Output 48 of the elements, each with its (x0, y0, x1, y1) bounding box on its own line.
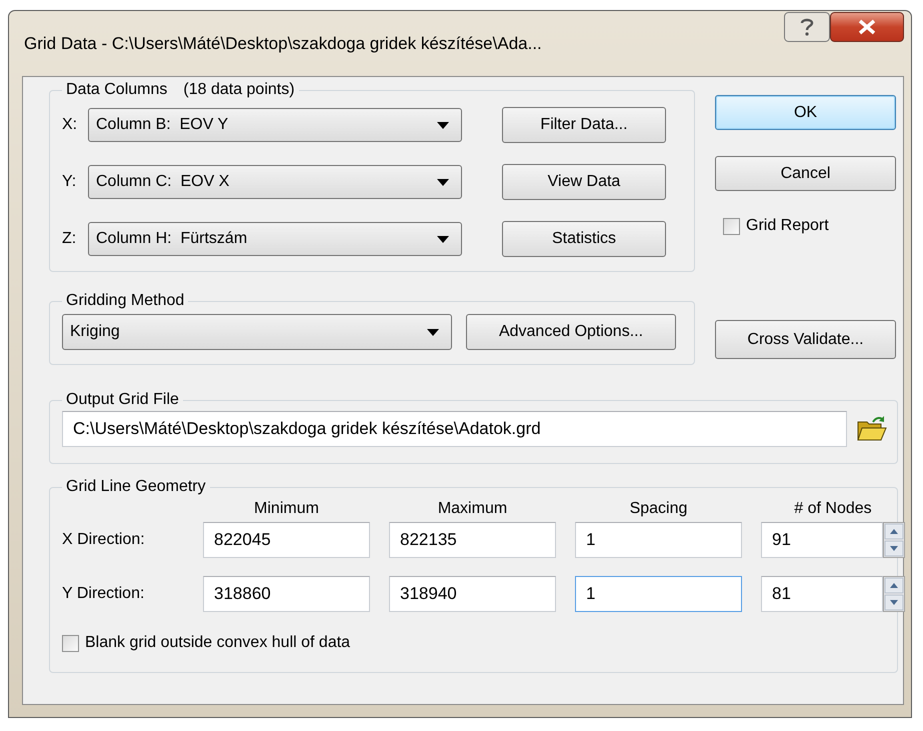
spin-buttons[interactable] (883, 522, 905, 558)
row-label: X Direction: (62, 531, 146, 549)
dropdown[interactable]: Column B: EOV Y (88, 108, 462, 142)
input-field[interactable]: 318860 (203, 576, 370, 612)
input-field[interactable]: 1 (575, 576, 742, 612)
field-label: Y: (62, 173, 78, 191)
group-title: Gridding Method (66, 292, 184, 309)
group-title: Data Columns (66, 81, 168, 98)
checkbox[interactable] (723, 218, 740, 234)
folder-icon[interactable] (857, 416, 887, 442)
checkbox-label: Blank grid outside convex hull of data (85, 634, 350, 652)
button[interactable]: OK (715, 95, 896, 130)
field-label: X: (62, 116, 78, 134)
input-field[interactable]: 822135 (389, 522, 556, 558)
dropdown[interactable]: Column H: Fürtszám (88, 222, 462, 256)
window-title: Grid Data - C:\Users\Máté\Desktop\szakdoga gridek készítése\Ada... (23, 34, 542, 54)
group-title: Output Grid File (66, 391, 179, 408)
caret-icon (427, 328, 439, 336)
spin-buttons[interactable] (883, 576, 905, 612)
row-label: Y Direction: (62, 585, 146, 603)
button[interactable]: Filter Data... (502, 107, 666, 143)
button[interactable]: Statistics (502, 221, 666, 257)
button[interactable]: Cross Validate... (715, 320, 896, 359)
close-icon[interactable] (830, 12, 904, 42)
input-field[interactable]: 318940 (389, 576, 556, 612)
caret-icon (437, 178, 449, 186)
checkbox-label: Grid Report (746, 217, 829, 235)
data-count: (18 data points) (183, 81, 295, 98)
caret-icon (437, 122, 449, 128)
column-header: # of Nodes (793, 500, 873, 518)
button[interactable]: View Data (502, 164, 666, 200)
button[interactable]: Cancel (715, 156, 896, 191)
caret-icon (437, 236, 449, 242)
column-header: Minimum (253, 500, 320, 518)
dropdown[interactable]: Column C: EOV X (88, 165, 462, 199)
checkbox[interactable] (62, 634, 79, 652)
group-title: Grid Line Geometry (66, 478, 206, 495)
field-label: Z: (62, 230, 78, 248)
input-field[interactable]: C:\Users\Máté\Desktop\szakdoga gridek készítése\Adatok.grd (62, 411, 847, 447)
input-field[interactable]: 822045 (203, 522, 370, 558)
input-field[interactable]: 1 (575, 522, 742, 558)
dropdown[interactable]: Kriging (62, 314, 452, 350)
input-field[interactable]: 91 (761, 522, 883, 558)
button[interactable]: Advanced Options... (466, 314, 676, 350)
input-field[interactable]: 81 (761, 576, 883, 612)
help-icon[interactable] (784, 12, 830, 42)
column-header: Maximum (436, 500, 508, 518)
column-header: Spacing (628, 500, 688, 518)
